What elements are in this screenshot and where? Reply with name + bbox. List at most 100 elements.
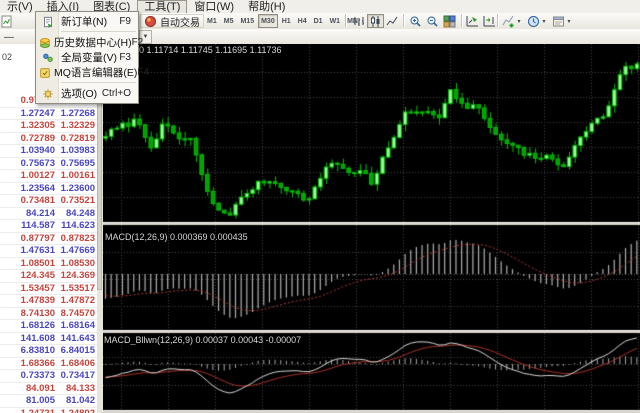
menubar-item-1[interactable]: 示(V) <box>0 0 40 13</box>
timeframe-h1[interactable]: H1 <box>279 14 294 28</box>
quote-row[interactable]: 81.005 81.042 <box>0 395 97 408</box>
candlestick-chart-button[interactable] <box>367 14 384 28</box>
scrollbar-thumb[interactable] <box>97 100 102 290</box>
templates-button[interactable]: ▾ <box>550 14 575 28</box>
quote-row[interactable]: 0.73481 0.73521 <box>0 195 97 208</box>
periods-clock-button[interactable]: ▾ <box>525 14 550 28</box>
chart-shift-button[interactable] <box>481 14 498 28</box>
timeframe-m15[interactable]: M15 <box>237 14 257 28</box>
ask-value: 1.47669 <box>60 245 95 257</box>
ask-value: 1.32329 <box>60 120 95 132</box>
menu-item-shortcut: F4 <box>137 67 150 78</box>
quote-row[interactable]: 84.091 84.133 <box>0 383 97 395</box>
bid-value: 141.608 <box>20 332 55 344</box>
zoom-out-button[interactable] <box>424 14 441 28</box>
quote-row[interactable]: 1.53457 1.53517 <box>0 282 97 295</box>
menu-item-new-order[interactable]: 新订单(N) F9 <box>36 14 138 29</box>
quote-row[interactable]: 1.03940 1.03983 <box>0 145 97 158</box>
quote-row[interactable]: 0.75673 0.75695 <box>0 157 97 170</box>
timeframe-group: M1 M5 M15 M30 H1 H4 D1 W1 MN <box>204 14 362 28</box>
templates-icon <box>552 15 565 28</box>
quote-row[interactable]: 84.214 84.248 <box>0 208 97 220</box>
chevron-down-icon: ▾ <box>542 18 546 25</box>
menu-item-label: MQ语言编辑器(E) <box>54 67 138 79</box>
quote-row[interactable]: 114.587 114.623 <box>0 220 97 233</box>
zoom-in-button[interactable] <box>407 14 424 28</box>
menu-separator <box>61 82 136 84</box>
ask-value: 1.53517 <box>60 282 95 294</box>
trading-platform-window: 示(V) 插入(I) 图表(C) 工具(T) 窗口(W) 帮助(H) 自动交易 M1 M5 M… <box>0 0 640 413</box>
bar-chart-button[interactable] <box>350 14 367 28</box>
menu-item-options[interactable]: 选项(O) Ctrl+O <box>36 86 138 101</box>
ask-value: 0.73417 <box>60 370 95 382</box>
horizontal-line-tool-icon[interactable]: — <box>4 32 14 43</box>
timeframe-w1[interactable]: W1 <box>327 14 344 28</box>
menu-item-mq-editor[interactable]: MQ语言编辑器(E) F4 <box>36 65 149 80</box>
quote-row[interactable]: 124.345 124.369 <box>0 270 97 283</box>
price-chart-canvas[interactable] <box>103 44 640 413</box>
candlestick-chart-icon <box>369 15 382 28</box>
timeframe-d1[interactable]: D1 <box>311 14 326 28</box>
tools-dropdown-menu: 新订单(N) F9 历史数据中心(H) F2 全局变量(V) F3 MQ语言编辑器(E) F4… <box>35 11 149 104</box>
autotrading-button[interactable]: 自动交易 <box>140 14 204 29</box>
bid-value: 1.00127 <box>20 170 55 182</box>
chart-area: 30 1.11714 1.11745 1.11695 1.11736 MACD(… <box>103 44 640 413</box>
periods-clock-icon <box>527 15 540 28</box>
menubar-item-4[interactable]: 工具(T) <box>137 0 188 14</box>
ask-value: 8.74570 <box>60 307 95 319</box>
ask-value: 0.73521 <box>60 195 95 207</box>
indicators-add-button[interactable]: ▾ <box>500 14 525 28</box>
quote-row[interactable]: 1.27247 1.27268 <box>0 108 97 120</box>
quote-row[interactable]: 1.47839 1.47872 <box>0 295 97 308</box>
line-chart-button[interactable] <box>384 14 401 28</box>
menubar-item-6[interactable]: 帮助(H) <box>241 0 292 13</box>
tile-windows-button[interactable] <box>441 14 458 28</box>
menu-item-shortcut: F3 <box>119 52 131 63</box>
timeframe-m1[interactable]: M1 <box>204 14 220 28</box>
menubar-item-5[interactable]: 窗口(W) <box>187 0 241 13</box>
chevron-down-icon: ▾ <box>517 18 521 25</box>
timeframe-m30[interactable]: M30 <box>258 14 278 28</box>
zoom-group <box>407 14 458 28</box>
bid-value: 1.47631 <box>20 245 55 257</box>
quote-row[interactable]: 1.68126 1.68164 <box>0 320 97 333</box>
quote-row[interactable]: 1.68366 1.68406 <box>0 358 97 370</box>
macd2-indicator-label: MACD_Bllwn(12,26,9) 0.00037 0.00043 -0.0… <box>104 335 302 345</box>
auto-scroll-button[interactable] <box>464 14 481 28</box>
toolbar-separator <box>345 14 347 27</box>
timeframe-m5[interactable]: M5 <box>221 14 237 28</box>
quote-row[interactable]: 1.23564 1.23600 <box>0 183 97 195</box>
menu-item-history-center[interactable]: 历史数据中心(H) F2 <box>36 35 143 50</box>
toolbar-separator <box>497 14 499 27</box>
quote-row[interactable]: 8.74130 8.74570 <box>0 307 97 320</box>
new-order-icon <box>42 15 55 28</box>
menu-item-global-variables[interactable]: 全局变量(V) F3 <box>36 50 138 65</box>
quote-row[interactable]: 1.00127 1.00161 <box>0 170 97 183</box>
quote-row[interactable]: 1.47631 1.47669 <box>0 245 97 258</box>
market-watch-time-fragment: 02 <box>2 52 13 62</box>
quote-row[interactable]: 0.73373 0.73417 <box>0 370 97 383</box>
ask-value: 81.042 <box>65 395 95 407</box>
quote-row[interactable]: 1.247211.24802 <box>0 408 97 413</box>
bid-value: 6.83810 <box>20 345 55 357</box>
ask-value: 6.84015 <box>60 345 95 357</box>
bar-chart-icon <box>352 15 365 28</box>
bid-value: 0.75673 <box>20 157 55 169</box>
quote-row[interactable]: 6.83810 6.84015 <box>0 345 97 358</box>
bid-value: 81.005 <box>25 395 55 407</box>
menu-item-label: 历史数据中心(H) <box>54 37 132 49</box>
quote-row[interactable]: 1.08501 1.08530 <box>0 258 97 270</box>
bid-value: 1.24721 <box>0 408 55 413</box>
quote-row[interactable]: 0.72789 0.72819 <box>0 132 97 145</box>
new-chart-icon-partial[interactable] <box>1 14 12 28</box>
quote-row[interactable]: 0.87797 0.87823 <box>0 232 97 245</box>
quote-row[interactable]: 141.608 141.643 <box>0 332 97 345</box>
bid-value: 0.72789 <box>20 132 55 144</box>
bid-value: 0.87797 <box>20 232 55 244</box>
bid-value: 1.68126 <box>20 320 55 332</box>
bid-value: 1.53457 <box>20 282 55 294</box>
timeframe-h4[interactable]: H4 <box>295 14 310 28</box>
quote-row[interactable]: 1.32305 1.32329 <box>0 120 97 133</box>
scroll-group <box>464 14 498 28</box>
ask-value: 141.643 <box>60 332 95 344</box>
